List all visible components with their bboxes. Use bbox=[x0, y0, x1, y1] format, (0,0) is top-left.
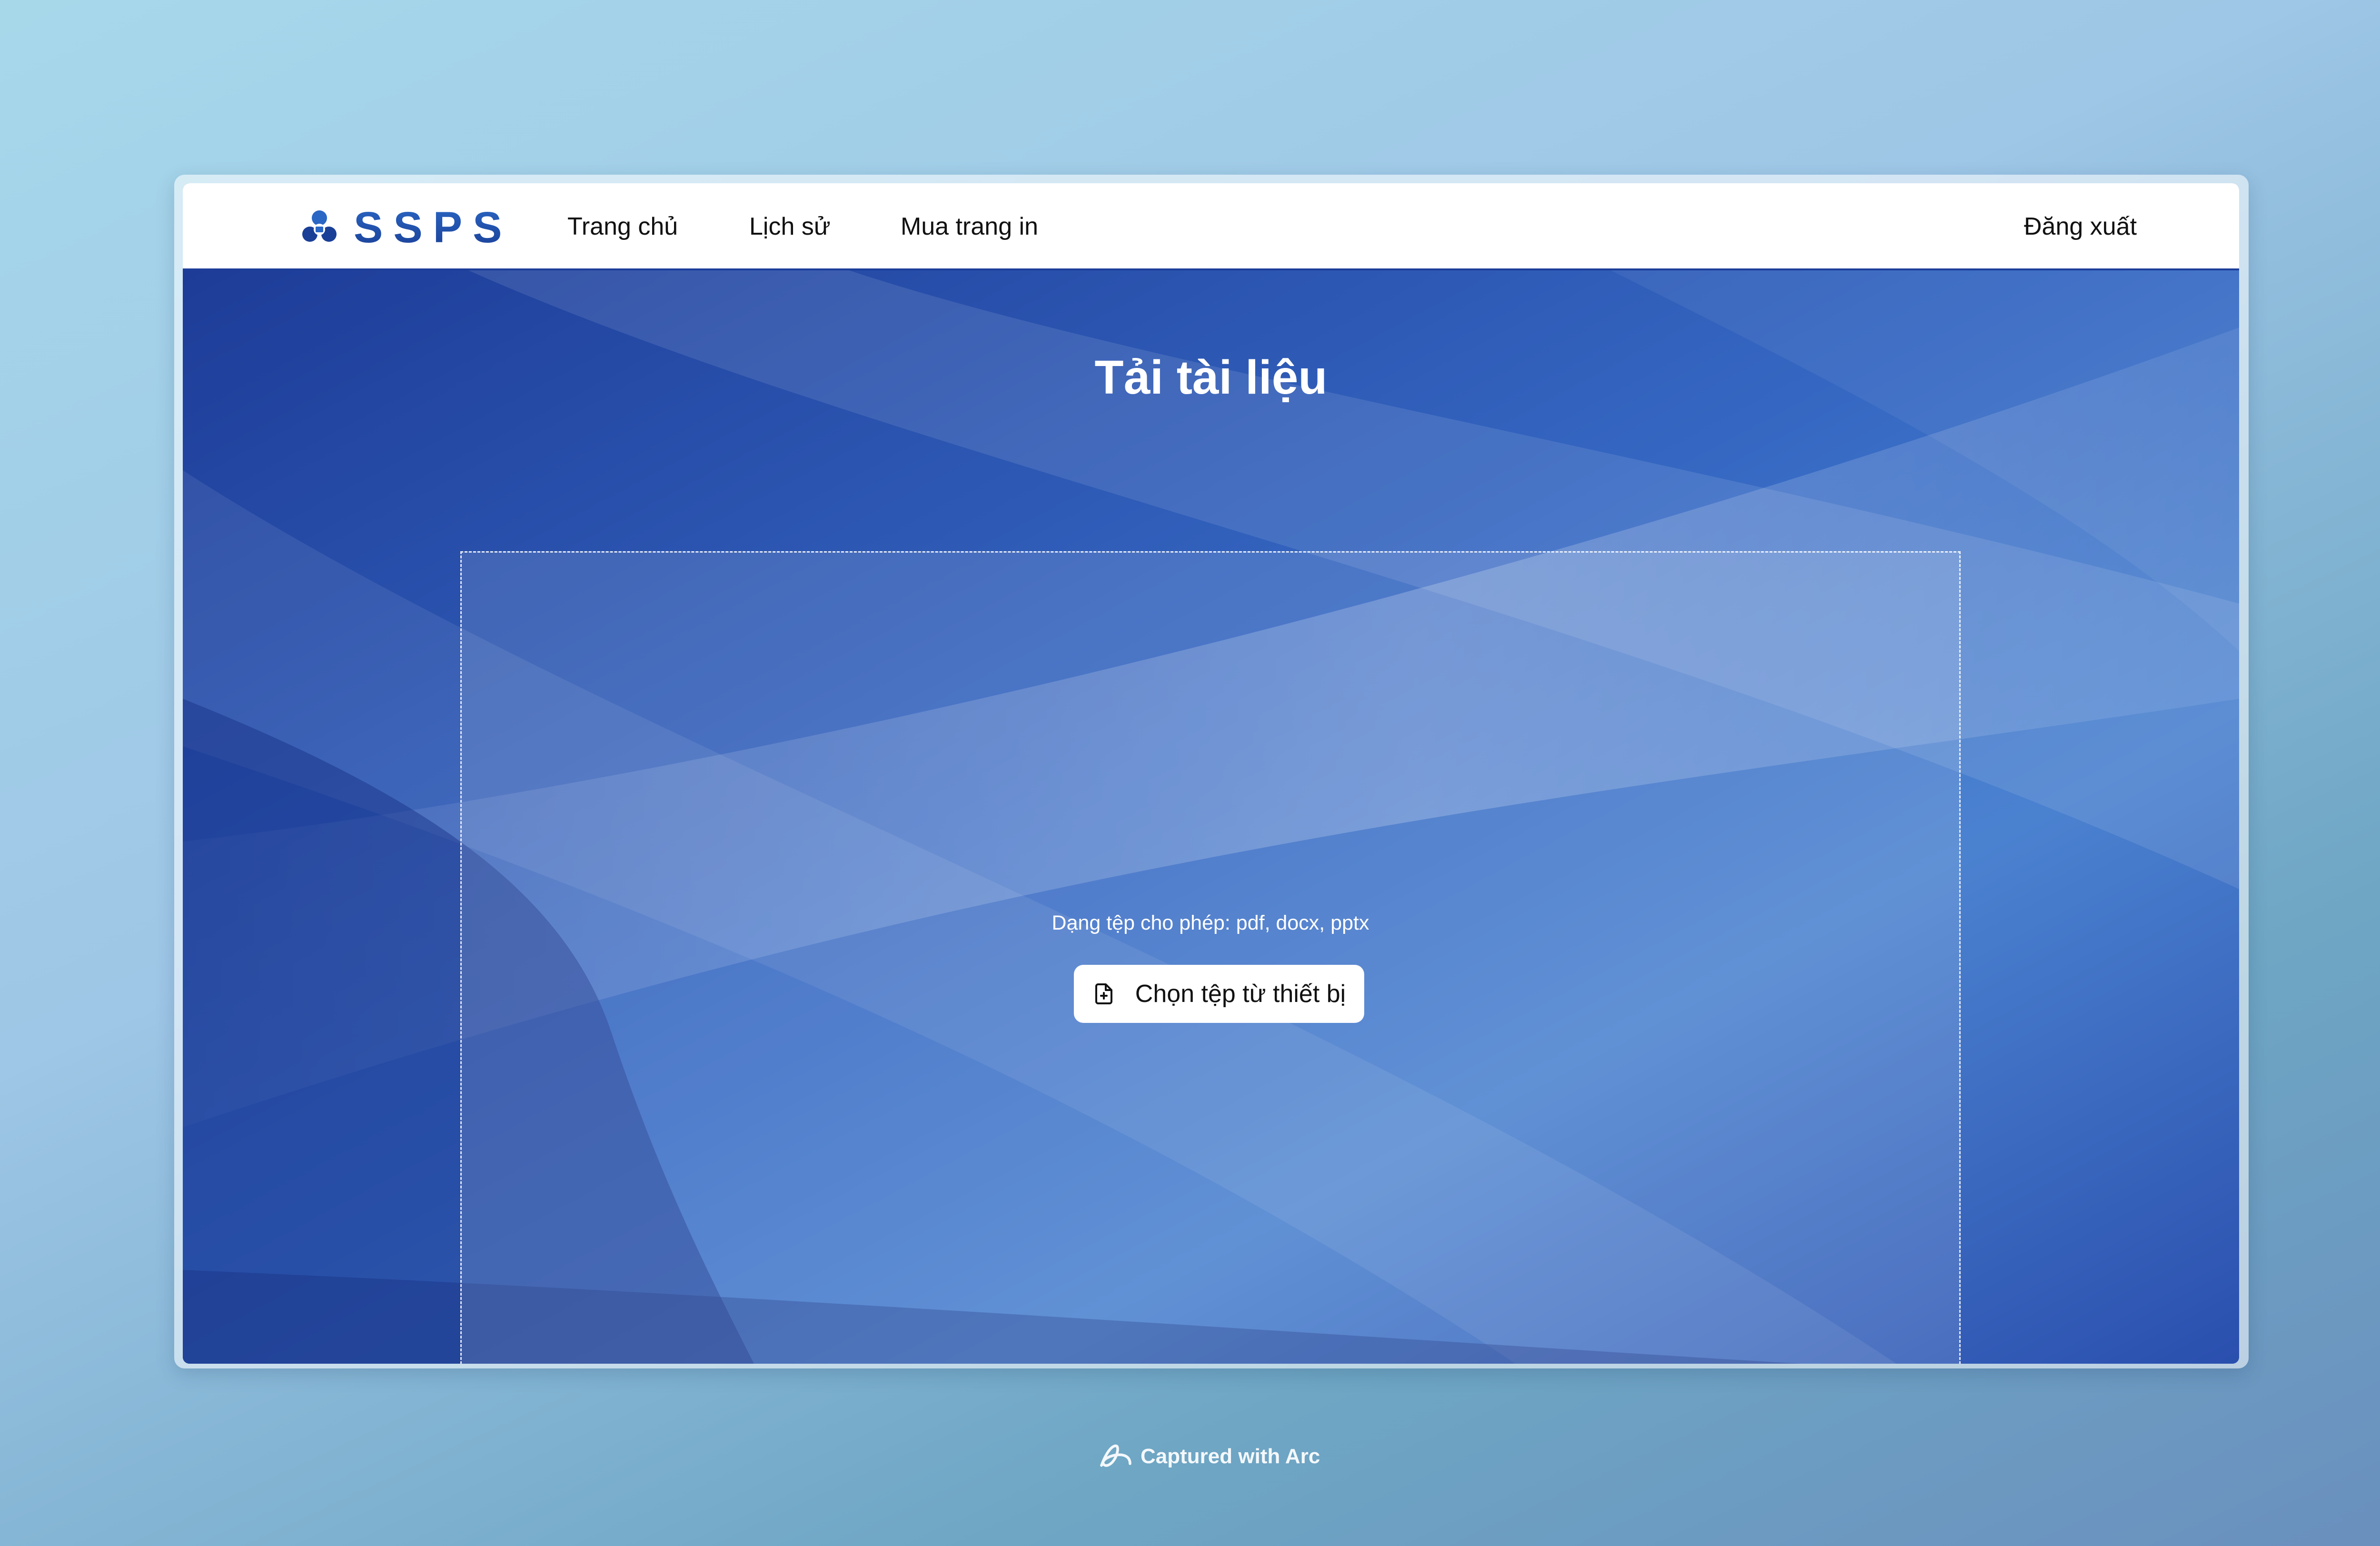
arc-caption-text: Captured with Arc bbox=[1140, 1445, 1320, 1468]
file-plus-icon bbox=[1095, 983, 1112, 1004]
logo-icon bbox=[302, 210, 337, 242]
top-navbar: SSPS Trang chủ Lịch sử Mua trang in Đăng… bbox=[183, 183, 2239, 270]
nav-item-history[interactable]: Lịch sử bbox=[749, 211, 831, 242]
logout-link[interactable]: Đăng xuất bbox=[2024, 211, 2137, 242]
file-dropzone[interactable]: Dạng tệp cho phép: pdf, docx, pptx Chọn … bbox=[460, 551, 1961, 1364]
nav-item-home[interactable]: Trang chủ bbox=[567, 211, 678, 242]
page-title: Tải tài liệu bbox=[1094, 351, 1328, 404]
choose-file-label: Chọn tệp từ thiết bị bbox=[1135, 980, 1346, 1008]
nav-item-buy-pages[interactable]: Mua trang in bbox=[901, 211, 1038, 242]
app-window: SSPS Trang chủ Lịch sử Mua trang in Đăng… bbox=[183, 183, 2239, 1364]
logo-text: SSPS bbox=[354, 203, 513, 252]
upload-section: Tải tài liệu Dạng tệp cho phép: pdf, doc… bbox=[183, 270, 2239, 1364]
arc-caption: Captured with Arc bbox=[1098, 1442, 1320, 1471]
choose-file-button[interactable]: Chọn tệp từ thiết bị bbox=[1074, 965, 1364, 1023]
allowed-file-types: Dạng tệp cho phép: pdf, docx, pptx bbox=[1051, 912, 1369, 934]
logo[interactable]: SSPS bbox=[299, 201, 512, 254]
arc-icon bbox=[1100, 1444, 1131, 1467]
